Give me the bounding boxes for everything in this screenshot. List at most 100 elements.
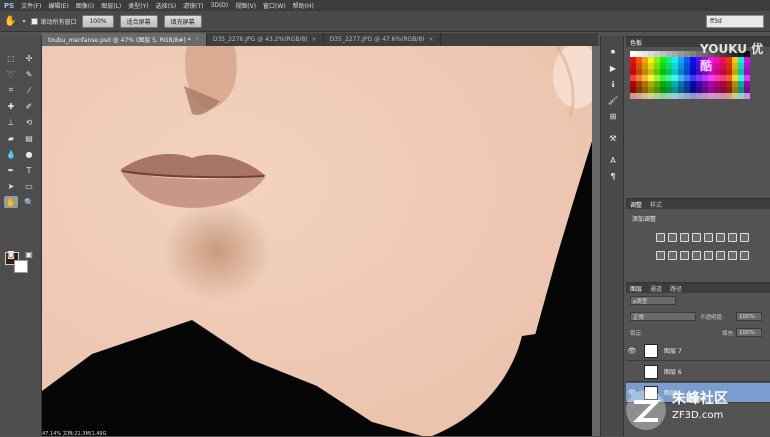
adjustment-icon[interactable]: [740, 251, 749, 260]
youku-watermark: YOUKU 优酷: [700, 42, 764, 73]
tab-label: D35_2276.JPG @ 43.2%(RGB/8): [212, 36, 308, 43]
brush-tool-icon[interactable]: ✐: [22, 100, 36, 112]
crop-tool-icon[interactable]: ⌗: [4, 84, 18, 96]
adjustment-icon[interactable]: [692, 233, 701, 242]
tab-d35-2277[interactable]: D35_2277.JPG @ 47.6%(RGB/8) ×: [324, 33, 441, 46]
options-bar: ✋ ▾ 滚动所有窗口 100% 适合屏幕 填充屏幕: [0, 11, 770, 32]
tab-toubu-manfanse[interactable]: toubu_manfanse.psd @ 47% (图层 5, RGB/8#) …: [42, 33, 207, 46]
clone-stamp-icon[interactable]: ⊥: [4, 116, 18, 128]
hand-tool-icon[interactable]: ✋: [4, 16, 16, 27]
tab-paths[interactable]: 路径: [670, 284, 682, 293]
character-panel-icon[interactable]: A: [607, 154, 619, 166]
tab-styles[interactable]: 样式: [650, 200, 662, 209]
zoom-tool-icon[interactable]: 🔍: [22, 196, 36, 208]
adjustment-icon[interactable]: [716, 251, 725, 260]
adjustment-icon[interactable]: [680, 233, 689, 242]
adjustment-icon[interactable]: [728, 233, 737, 242]
scroll-all-windows-checkbox[interactable]: 滚动所有窗口: [31, 17, 76, 26]
tab-layers[interactable]: 图层: [630, 284, 642, 293]
adjustment-icon[interactable]: [740, 233, 749, 242]
info-icon[interactable]: ℹ: [607, 78, 619, 90]
brush-presets-icon[interactable]: 🖌: [607, 94, 619, 106]
adjustments-panel: 调整 样式 添加调整: [626, 198, 770, 280]
menu-filter[interactable]: 滤镜(T): [183, 1, 203, 10]
menu-type[interactable]: 类型(Y): [128, 1, 148, 10]
quick-select-icon[interactable]: ✎: [22, 68, 36, 80]
move-tool-icon[interactable]: ✣: [22, 52, 36, 64]
quick-mask-icon[interactable]: ◙: [4, 248, 18, 260]
fill-screen-button[interactable]: 填充屏幕: [163, 14, 202, 28]
marquee-tool-icon[interactable]: ⬚: [4, 52, 18, 64]
history-icon[interactable]: ⏹: [607, 46, 619, 58]
eyedropper-icon[interactable]: ⁄: [22, 84, 36, 96]
checkbox-box[interactable]: [31, 17, 39, 25]
background-color-swatch[interactable]: [14, 260, 28, 273]
menu-layer[interactable]: 图层(L): [101, 1, 121, 10]
lasso-tool-icon[interactable]: ➰: [4, 68, 18, 80]
adjustment-icon[interactable]: [704, 233, 713, 242]
menu-help[interactable]: 帮助(H): [293, 1, 314, 10]
pen-tool-icon[interactable]: ✒: [4, 164, 18, 176]
layer-name: 图层 6: [664, 369, 682, 376]
adjustment-icon[interactable]: [668, 233, 677, 242]
zoom-100-button[interactable]: 100%: [82, 14, 114, 28]
add-adjustment-title: 添加调整: [632, 216, 657, 223]
adjustment-icon[interactable]: [680, 251, 689, 260]
lock-label: 锁定:: [630, 331, 643, 337]
tool-presets-icon[interactable]: ⚒: [607, 132, 619, 144]
gradient-icon[interactable]: ▤: [22, 132, 36, 144]
path-select-icon[interactable]: ➤: [4, 180, 18, 192]
screen-mode-icon[interactable]: ▣: [22, 248, 36, 260]
menu-bar: PS 文件(F) 编辑(E) 图像(I) 图层(L) 类型(Y) 选择(S) 滤…: [0, 0, 770, 11]
tab-label: toubu_manfanse.psd @ 47% (图层 5, RGB/8#) …: [48, 37, 191, 44]
menu-3d[interactable]: 3D(D): [211, 2, 229, 9]
close-icon[interactable]: ×: [195, 36, 200, 43]
adjustment-icon[interactable]: [704, 251, 713, 260]
menu-image[interactable]: 图像(I): [76, 1, 94, 10]
tab-adjustments[interactable]: 调整: [630, 200, 642, 209]
blur-icon[interactable]: 💧: [4, 148, 18, 160]
document-canvas[interactable]: [42, 46, 592, 436]
menu-edit[interactable]: 编辑(E): [48, 1, 68, 10]
menu-file[interactable]: 文件(F): [21, 1, 41, 10]
adjustment-icon[interactable]: [716, 233, 725, 242]
adjustment-icon[interactable]: [656, 233, 665, 242]
menu-view[interactable]: 视图(V): [235, 1, 256, 10]
menu-window[interactable]: 窗口(W): [263, 1, 286, 10]
opacity-input[interactable]: 100%: [736, 312, 762, 321]
tab-channels[interactable]: 通道: [650, 284, 662, 293]
layer-filter-select[interactable]: ρ类型: [630, 296, 676, 305]
close-icon[interactable]: ×: [312, 36, 317, 43]
adjustment-icon[interactable]: [692, 251, 701, 260]
adjustment-icon[interactable]: [656, 251, 665, 260]
close-icon[interactable]: ×: [429, 36, 434, 43]
chevron-down-icon[interactable]: ▾: [22, 18, 25, 25]
layer-thumbnail: [644, 343, 658, 358]
eye-icon[interactable]: 👁: [626, 347, 638, 355]
healing-brush-icon[interactable]: ✚: [4, 100, 18, 112]
collapsed-panel-icons: ⏹ ▶ ℹ 🖌 ⊞ ⚒ A ¶: [600, 36, 624, 436]
color-swatch[interactable]: [744, 93, 750, 99]
shape-tool-icon[interactable]: ▭: [22, 180, 36, 192]
blend-mode-select[interactable]: 正常: [630, 312, 696, 321]
layer-row[interactable]: 👁 图层 7: [626, 341, 770, 361]
actions-icon[interactable]: ▶: [607, 62, 619, 74]
eraser-icon[interactable]: ▰: [4, 132, 18, 144]
scroll-all-windows-label: 滚动所有窗口: [40, 18, 77, 26]
dodge-icon[interactable]: ●: [22, 148, 36, 160]
tab-d35-2276[interactable]: D35_2276.JPG @ 43.2%(RGB/8) ×: [207, 33, 324, 46]
adjustment-icon[interactable]: [668, 251, 677, 260]
fill-input[interactable]: 100%: [736, 328, 762, 337]
fit-screen-button[interactable]: 适合屏幕: [119, 14, 158, 28]
history-brush-icon[interactable]: ⟲: [22, 116, 36, 128]
clone-source-icon[interactable]: ⊞: [607, 110, 619, 122]
menu-select[interactable]: 选择(S): [156, 1, 177, 10]
canvas-vertical-scrollbar[interactable]: [592, 46, 600, 436]
workspace-select[interactable]: ff3d: [706, 15, 764, 28]
hand-tool-icon[interactable]: ✋: [4, 196, 18, 208]
paragraph-panel-icon[interactable]: ¶: [607, 170, 619, 182]
tab-swatches[interactable]: 色板: [630, 38, 642, 47]
adjustment-icon[interactable]: [728, 251, 737, 260]
type-tool-icon[interactable]: T: [22, 164, 36, 176]
layer-row[interactable]: 图层 6: [626, 362, 770, 382]
